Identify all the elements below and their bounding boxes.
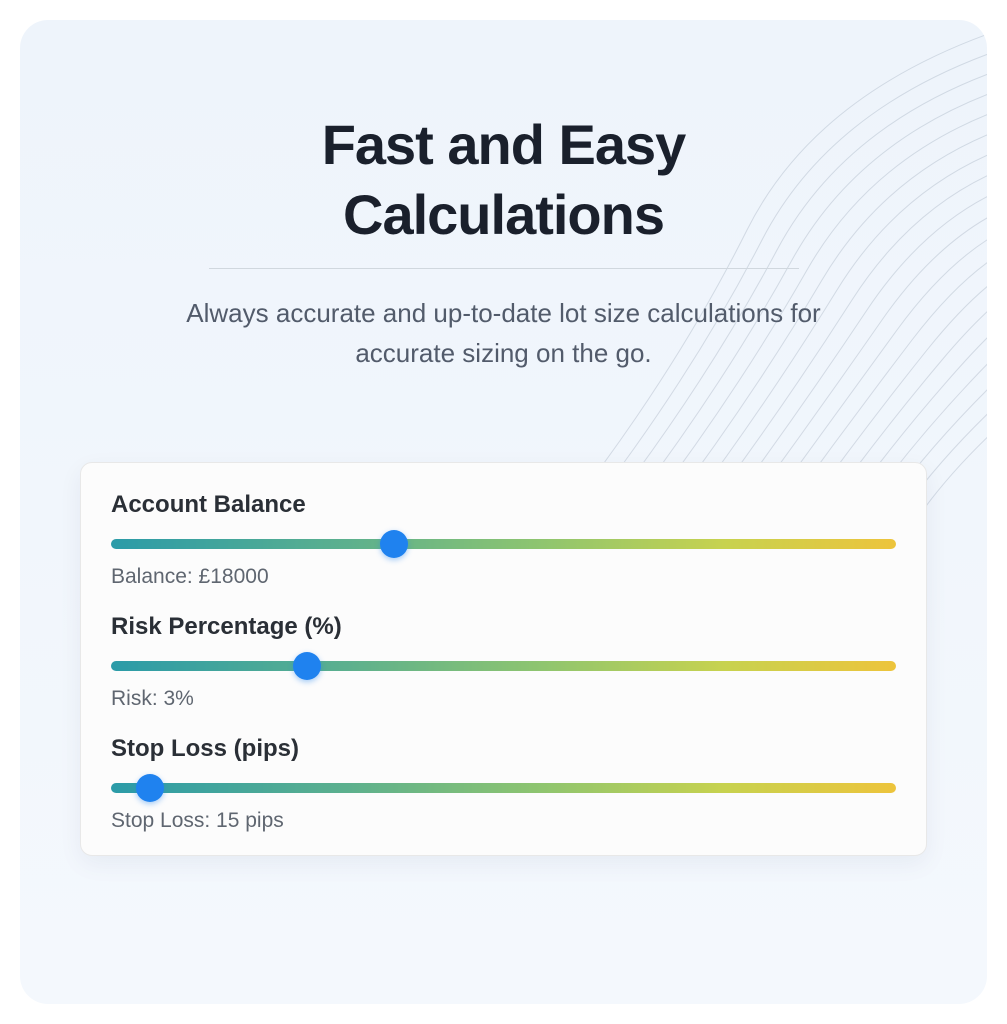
risk-percentage-value: Risk: 3% [111,687,896,711]
account-balance-group: Account Balance Balance: £18000 [111,491,896,589]
stop-loss-thumb[interactable] [136,774,164,802]
account-balance-label: Account Balance [111,491,896,519]
calculator-panel: Account Balance Balance: £18000 Risk Per… [80,462,927,856]
account-balance-value: Balance: £18000 [111,565,896,589]
page-subtitle: Always accurate and up-to-date lot size … [164,293,844,374]
title-divider [209,268,799,269]
stop-loss-group: Stop Loss (pips) Stop Loss: 15 pips [111,735,896,833]
account-balance-thumb[interactable] [380,530,408,558]
page-title: Fast and Easy Calculations [80,110,927,250]
stop-loss-value: Stop Loss: 15 pips [111,809,896,833]
risk-percentage-label: Risk Percentage (%) [111,613,896,641]
account-balance-slider[interactable] [111,539,896,549]
title-line-1: Fast and Easy [322,113,686,176]
stop-loss-label: Stop Loss (pips) [111,735,896,763]
risk-percentage-thumb[interactable] [293,652,321,680]
feature-card: Fast and Easy Calculations Always accura… [20,20,987,1004]
risk-percentage-slider[interactable] [111,661,896,671]
risk-percentage-group: Risk Percentage (%) Risk: 3% [111,613,896,711]
title-line-2: Calculations [343,183,664,246]
stop-loss-slider[interactable] [111,783,896,793]
